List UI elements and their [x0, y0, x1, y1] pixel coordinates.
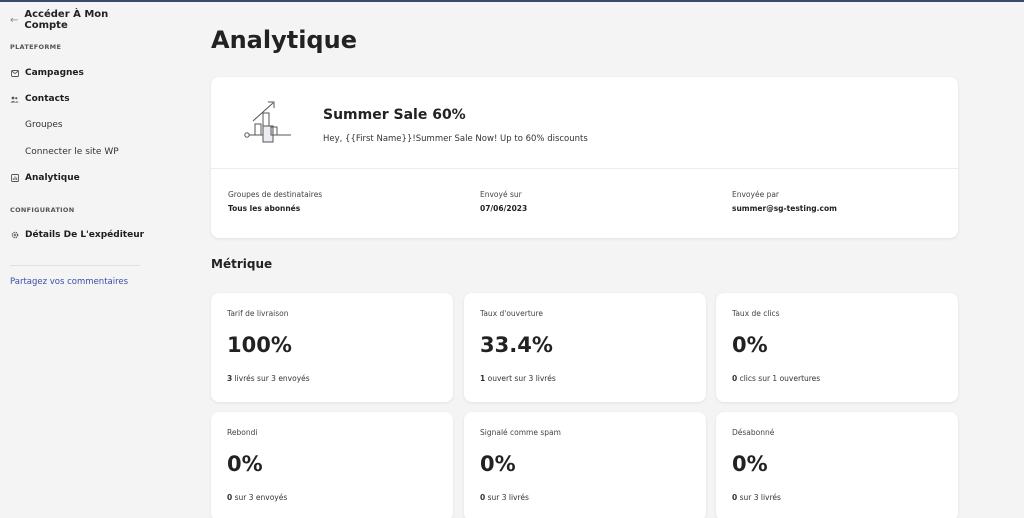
- recipients-value: Tous les abonnés: [228, 204, 301, 213]
- envelope-icon: [10, 69, 19, 78]
- metric-detail: 0 clics sur 1 ouvertures: [732, 374, 820, 383]
- sidebar-divider: [10, 265, 140, 266]
- metric-value: 0%: [732, 333, 768, 357]
- sidebar-item-campaigns[interactable]: Campagnes: [10, 68, 84, 78]
- feedback-link[interactable]: Partagez vos commentaires: [10, 277, 128, 287]
- metric-label: Rebondi: [227, 428, 258, 437]
- section-label-platform: PLATEFORME: [10, 43, 62, 51]
- metric-value: 0%: [227, 452, 263, 476]
- metric-card-open-rate: Taux d'ouverture 33.4% 1 ouvert sur 3 li…: [464, 293, 706, 402]
- metric-detail: 0 sur 3 livrés: [732, 493, 781, 502]
- gear-icon: [10, 231, 19, 240]
- sidebar-item-label: Contacts: [25, 94, 70, 104]
- sidebar-item-analytics[interactable]: Analytique: [10, 173, 80, 183]
- metric-detail: 3 livrés sur 3 envoyés: [227, 374, 310, 383]
- sidebar: ← Accéder À Mon Compte PLATEFORME Campag…: [0, 2, 150, 518]
- sent-on-label: Envoyé sur: [480, 190, 522, 199]
- sent-by-label: Envoyée par: [732, 190, 780, 199]
- metric-detail: 1 ouvert sur 3 livrés: [480, 374, 556, 383]
- metric-detail: 0 sur 3 livrés: [480, 493, 529, 502]
- sidebar-item-contacts[interactable]: Contacts: [10, 94, 70, 104]
- sidebar-item-label: Détails De L'expéditeur: [25, 230, 145, 240]
- chart-icon: [10, 174, 19, 183]
- metric-label: Taux d'ouverture: [480, 309, 544, 318]
- sidebar-item-connect-wp[interactable]: Connecter le site WP: [25, 147, 119, 157]
- metric-label: Signalé comme spam: [480, 428, 561, 437]
- growth-chart-illustration: [243, 97, 295, 149]
- metric-detail-text: livrés sur 3 envoyés: [232, 374, 310, 383]
- sidebar-item-label: Analytique: [25, 173, 80, 183]
- users-icon: [10, 95, 19, 104]
- metric-detail-text: sur 3 envoyés: [232, 493, 288, 502]
- sent-by-value: summer@sg-testing.com: [732, 204, 837, 213]
- back-link-label: Accéder À Mon Compte: [24, 9, 109, 31]
- campaign-preview-text: Hey, {{First Name}}!Summer Sale Now! Up …: [323, 134, 588, 144]
- campaign-divider: [211, 168, 958, 169]
- metric-value: 0%: [732, 452, 768, 476]
- sidebar-item-label: Campagnes: [25, 68, 84, 78]
- metric-value: 0%: [480, 452, 516, 476]
- campaign-name: Summer Sale 60%: [323, 107, 466, 123]
- metric-detail: 0 sur 3 envoyés: [227, 493, 287, 502]
- metric-label: Tarif de livraison: [227, 309, 289, 318]
- campaign-summary-card: Summer Sale 60% Hey, {{First Name}}!Summ…: [211, 77, 958, 238]
- metric-card-click-rate: Taux de clics 0% 0 clics sur 1 ouverture…: [716, 293, 958, 402]
- metric-value: 33.4%: [480, 333, 553, 357]
- sidebar-item-groups[interactable]: Groupes: [25, 120, 63, 130]
- metric-detail-text: clics sur 1 ouvertures: [737, 374, 821, 383]
- back-to-account-link[interactable]: ← Accéder À Mon Compte: [10, 9, 150, 31]
- page-title: Analytique: [211, 26, 357, 54]
- metric-label: Taux de clics: [732, 309, 780, 318]
- metric-card-spam: Signalé comme spam 0% 0 sur 3 livrés: [464, 412, 706, 518]
- metric-card-delivery-rate: Tarif de livraison 100% 3 livrés sur 3 e…: [211, 293, 453, 402]
- metric-label: Désabonné: [732, 428, 775, 437]
- arrow-left-icon: ←: [10, 14, 19, 26]
- metric-card-unsubscribed: Désabonné 0% 0 sur 3 livrés: [716, 412, 958, 518]
- metric-card-bounced: Rebondi 0% 0 sur 3 envoyés: [211, 412, 453, 518]
- metric-detail-text: sur 3 livrés: [485, 493, 529, 502]
- section-label-configuration: CONFIGURATION: [10, 206, 75, 214]
- recipients-label: Groupes de destinataires: [228, 190, 323, 199]
- sent-on-value: 07/06/2023: [480, 204, 528, 213]
- metrics-title: Métrique: [211, 257, 273, 271]
- metric-value: 100%: [227, 333, 292, 357]
- metric-detail-text: sur 3 livrés: [737, 493, 781, 502]
- sidebar-item-sender-details[interactable]: Détails De L'expéditeur: [10, 230, 144, 240]
- metric-detail-text: ouvert sur 3 livrés: [485, 374, 556, 383]
